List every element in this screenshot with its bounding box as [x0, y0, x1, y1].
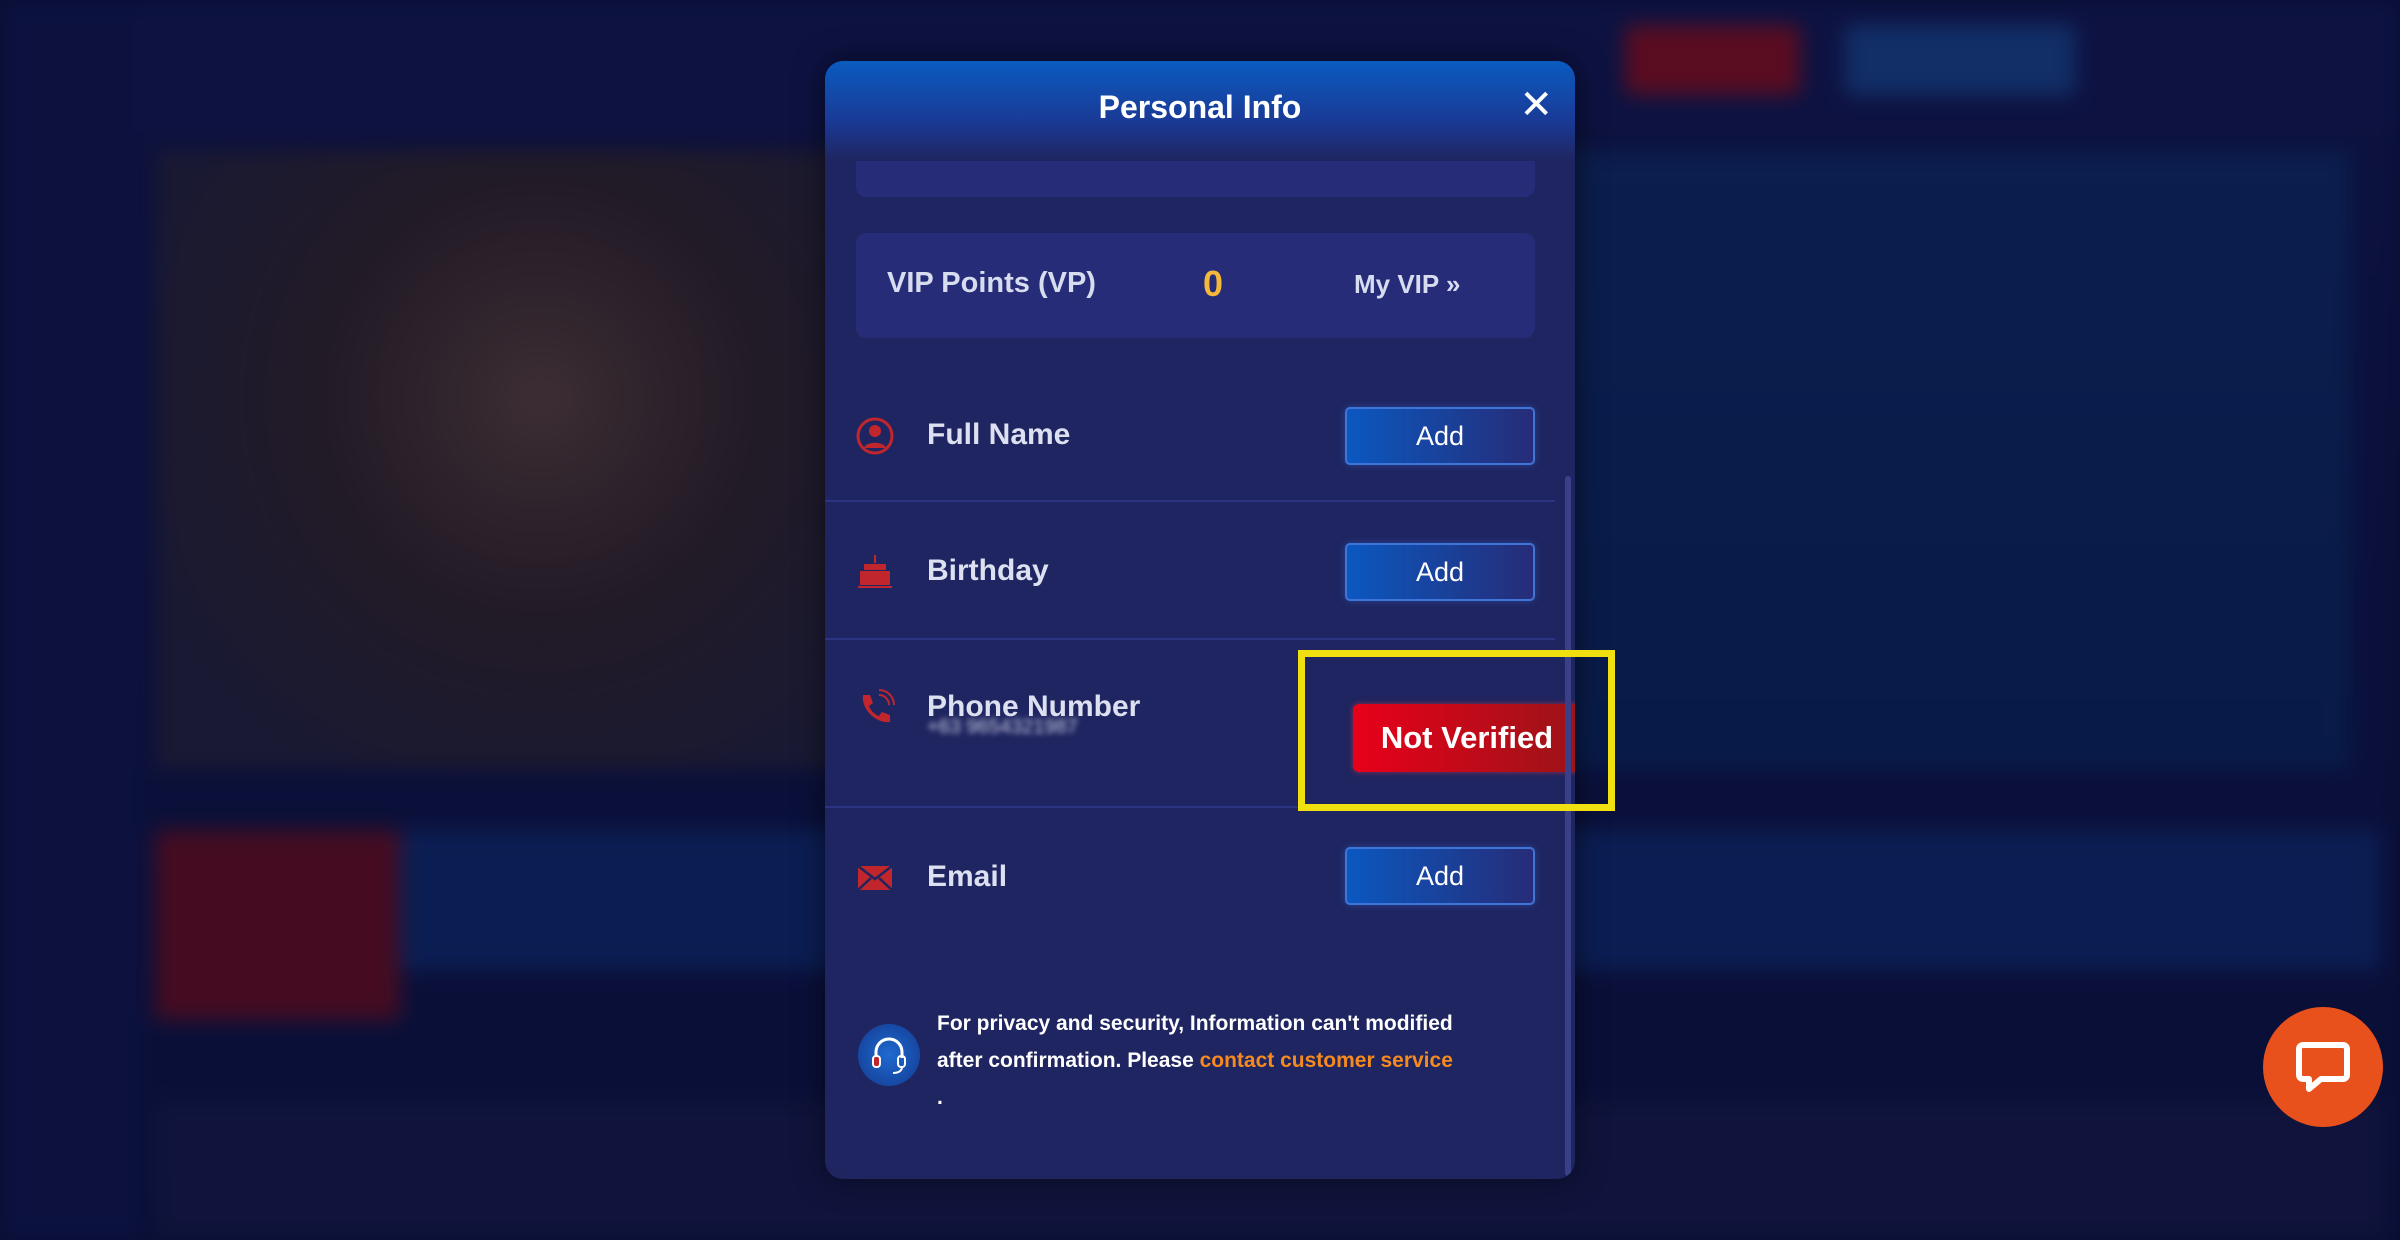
- field-row-birthday: Birthday Add: [825, 502, 1555, 640]
- field-label: Birthday: [927, 554, 1049, 587]
- personal-info-modal: Personal Info ✕ VIP Points (VP) 0 My VIP…: [825, 61, 1575, 1179]
- contact-customer-service-link[interactable]: contact customer service: [1200, 1049, 1453, 1072]
- field-label: Full Name: [927, 418, 1071, 451]
- vip-points-label: VIP Points (VP): [887, 267, 1096, 299]
- my-vip-link[interactable]: My VIP »: [1354, 269, 1460, 300]
- phone-number-value: +63 9654321987: [927, 716, 1078, 738]
- user-icon: [856, 417, 894, 455]
- modal-header: Personal Info ✕: [825, 61, 1575, 161]
- chat-bubble-icon: [2296, 1042, 2350, 1092]
- live-chat-button[interactable]: [2263, 1007, 2383, 1127]
- vip-points-value: 0: [1203, 263, 1224, 304]
- headset-icon: [858, 1024, 920, 1086]
- modal-title: Personal Info: [1098, 89, 1302, 125]
- envelope-icon: [857, 865, 893, 891]
- field-row-email: Email Add: [825, 808, 1555, 928]
- field-label: Email: [927, 860, 1008, 893]
- add-email-button[interactable]: Add: [1345, 847, 1535, 905]
- close-icon[interactable]: ✕: [1519, 85, 1553, 125]
- add-full-name-button[interactable]: Add: [1345, 407, 1535, 465]
- privacy-notice-end: .: [937, 1086, 943, 1109]
- phone-icon: [862, 689, 895, 723]
- cake-icon: [858, 555, 892, 588]
- add-birthday-button[interactable]: Add: [1345, 543, 1535, 601]
- field-row-full-name: Full Name Add: [825, 366, 1555, 502]
- vip-points-box: VIP Points (VP) 0 My VIP »: [856, 233, 1535, 338]
- highlight-box: [1298, 650, 1615, 811]
- modal-scrollbar[interactable]: [1565, 476, 1571, 1176]
- privacy-notice: For privacy and security, Information ca…: [937, 1005, 1477, 1116]
